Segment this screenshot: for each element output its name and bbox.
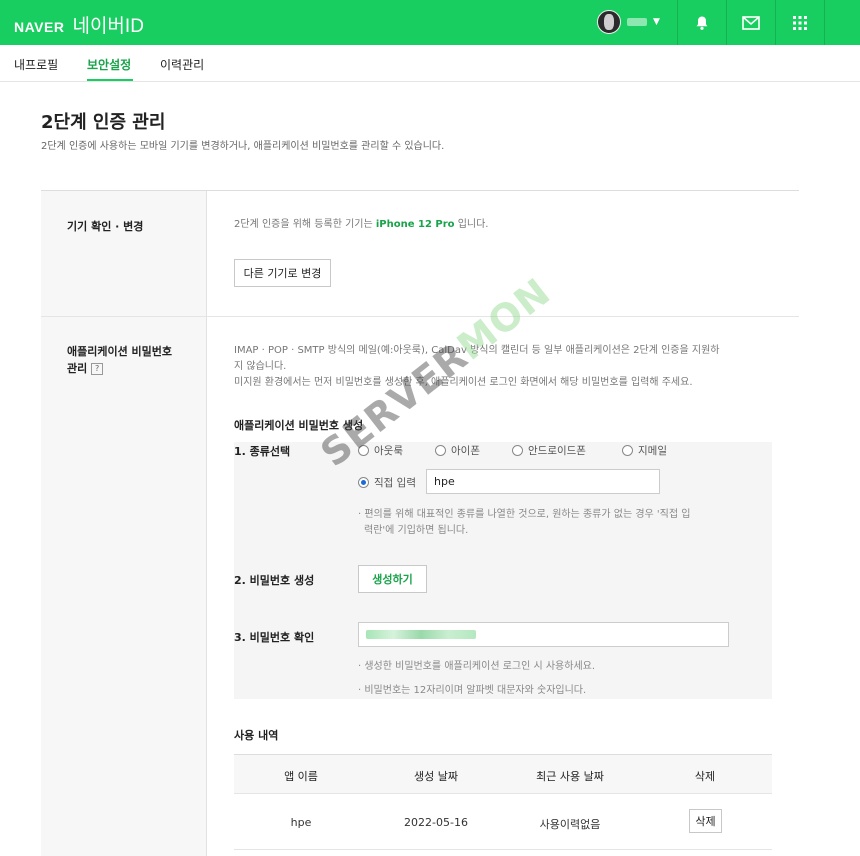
history-table-header: 앱 이름 생성 날짜 최근 사용 날짜 삭제: [234, 754, 772, 794]
tab-history[interactable]: 이력관리: [160, 56, 204, 73]
radio-gmail[interactable]: 지메일: [622, 443, 667, 458]
active-tab-indicator: [87, 79, 133, 81]
username-blurred: [627, 18, 647, 26]
col-last-used: 최근 사용 날짜: [536, 770, 604, 783]
mail-button[interactable]: [726, 0, 774, 45]
table-row: hpe 2022-05-16 사용이력없음 삭제: [234, 794, 772, 850]
cell-last-used: 사용이력없음: [539, 818, 601, 831]
radio-custom[interactable]: 직접 입력: [358, 475, 416, 490]
note-format: · 비밀번호는 12자리이며 알파벳 대문자와 숫자입니다.: [358, 685, 587, 696]
desc-line-3: 미지원 환경에서는 먼저 비밀번호를 생성한 후, 애플리케이션 로그인 화면에…: [234, 377, 693, 388]
app-password-label-line1: 애플리케이션 비밀번호: [67, 345, 173, 358]
page-description: 2단계 인증에 사용하는 모바일 기기를 변경하거나, 애플리케이션 비밀번호를…: [41, 141, 445, 152]
app-password-row-label: 애플리케이션 비밀번호 관리 ?: [67, 343, 172, 377]
history-title: 사용 내역: [234, 729, 279, 742]
tab-my-profile[interactable]: 내프로필: [14, 56, 58, 73]
col-delete: 삭제: [694, 770, 716, 783]
device-label-cell: [41, 191, 207, 316]
radio-circle: [622, 445, 633, 456]
step1-note: · 편의를 위해 대표적인 종류를 나열한 것으로, 원하는 종류가 없는 경우…: [358, 507, 768, 539]
cell-created: 2022-05-16: [404, 816, 468, 829]
naver-brand: NAVER: [14, 19, 65, 35]
generate-button[interactable]: 생성하기: [358, 565, 427, 593]
radio-outlook[interactable]: 아웃룩: [358, 443, 403, 458]
radio-circle-selected: [358, 477, 369, 488]
generate-section-title: 애플리케이션 비밀번호 생성: [234, 419, 364, 432]
mail-icon: [741, 15, 760, 30]
device-text-before: 2단계 인증을 위해 등록한 기기는: [234, 219, 376, 230]
password-blurred: [366, 630, 476, 639]
tab-security-settings[interactable]: 보안설정: [87, 56, 131, 73]
help-icon[interactable]: ?: [91, 363, 104, 375]
naver-id-logo[interactable]: NAVER 네이버ID: [14, 11, 144, 38]
radio-iphone[interactable]: 아이폰: [435, 443, 480, 458]
radio-circle: [435, 445, 446, 456]
device-name: iPhone 12 Pro: [375, 219, 455, 230]
delete-button[interactable]: 삭제: [689, 809, 722, 833]
page-title: 2단계 인증 관리: [41, 112, 166, 133]
step1-note-line1: · 편의를 위해 대표적인 종류를 나열한 것으로, 원하는 종류가 없는 경우…: [358, 509, 691, 520]
generated-password-field[interactable]: [358, 622, 729, 647]
radio-label: 직접 입력: [374, 477, 416, 489]
avatar: [597, 10, 621, 34]
radio-circle: [358, 445, 369, 456]
notification-button[interactable]: [677, 0, 725, 45]
step3-label: 3. 비밀번호 확인: [234, 631, 315, 644]
step1-note-line2: 력란'에 기입하면 됩니다.: [364, 525, 469, 536]
top-bar: NAVER 네이버ID ▼: [0, 0, 860, 45]
device-row-label: 기기 확인 · 변경: [67, 220, 144, 233]
col-app-name: 앱 이름: [284, 770, 318, 783]
radio-android[interactable]: 안드로이드폰: [512, 443, 586, 458]
column-divider: [206, 191, 207, 856]
change-device-button[interactable]: 다른 기기로 변경: [234, 259, 331, 287]
chevron-down-icon: ▼: [653, 17, 660, 27]
service-name: 네이버ID: [72, 16, 144, 37]
app-password-description: IMAP · POP · SMTP 방식의 메일(예:아웃룩), CalDav …: [234, 343, 779, 391]
custom-type-input[interactable]: hpe: [426, 469, 660, 494]
app-password-label-line2: 관리: [67, 362, 88, 375]
topbar-divider: [824, 0, 825, 45]
radio-label: 아이폰: [451, 445, 480, 457]
user-menu[interactable]: ▼: [597, 10, 660, 34]
desc-line-1: IMAP · POP · SMTP 방식의 메일(예:아웃룩), CalDav …: [234, 345, 720, 356]
radio-label: 안드로이드폰: [528, 445, 586, 457]
note-usage: · 생성한 비밀번호를 애플리케이션 로그인 시 사용하세요.: [358, 661, 596, 672]
radio-circle: [512, 445, 523, 456]
col-created: 생성 날짜: [414, 770, 458, 783]
app-password-label-cell: [41, 317, 207, 856]
radio-label: 지메일: [638, 445, 667, 457]
app-password-label-line2-wrap: 관리 ?: [67, 360, 172, 377]
apps-menu-button[interactable]: [775, 0, 823, 45]
desc-line-2: 지 않습니다.: [234, 361, 287, 372]
radio-label: 아웃룩: [374, 445, 403, 457]
step2-label: 2. 비밀번호 생성: [234, 574, 315, 587]
device-info-text: 2단계 인증을 위해 등록한 기기는 iPhone 12 Pro 입니다.: [234, 217, 489, 233]
step1-label: 1. 종류선택: [234, 445, 291, 458]
grid-icon: [792, 15, 807, 30]
tab-bar: 내프로필 보안설정 이력관리: [0, 45, 860, 82]
cell-app-name: hpe: [290, 816, 312, 829]
device-text-after: 입니다.: [454, 219, 489, 230]
bell-icon: [696, 16, 707, 30]
